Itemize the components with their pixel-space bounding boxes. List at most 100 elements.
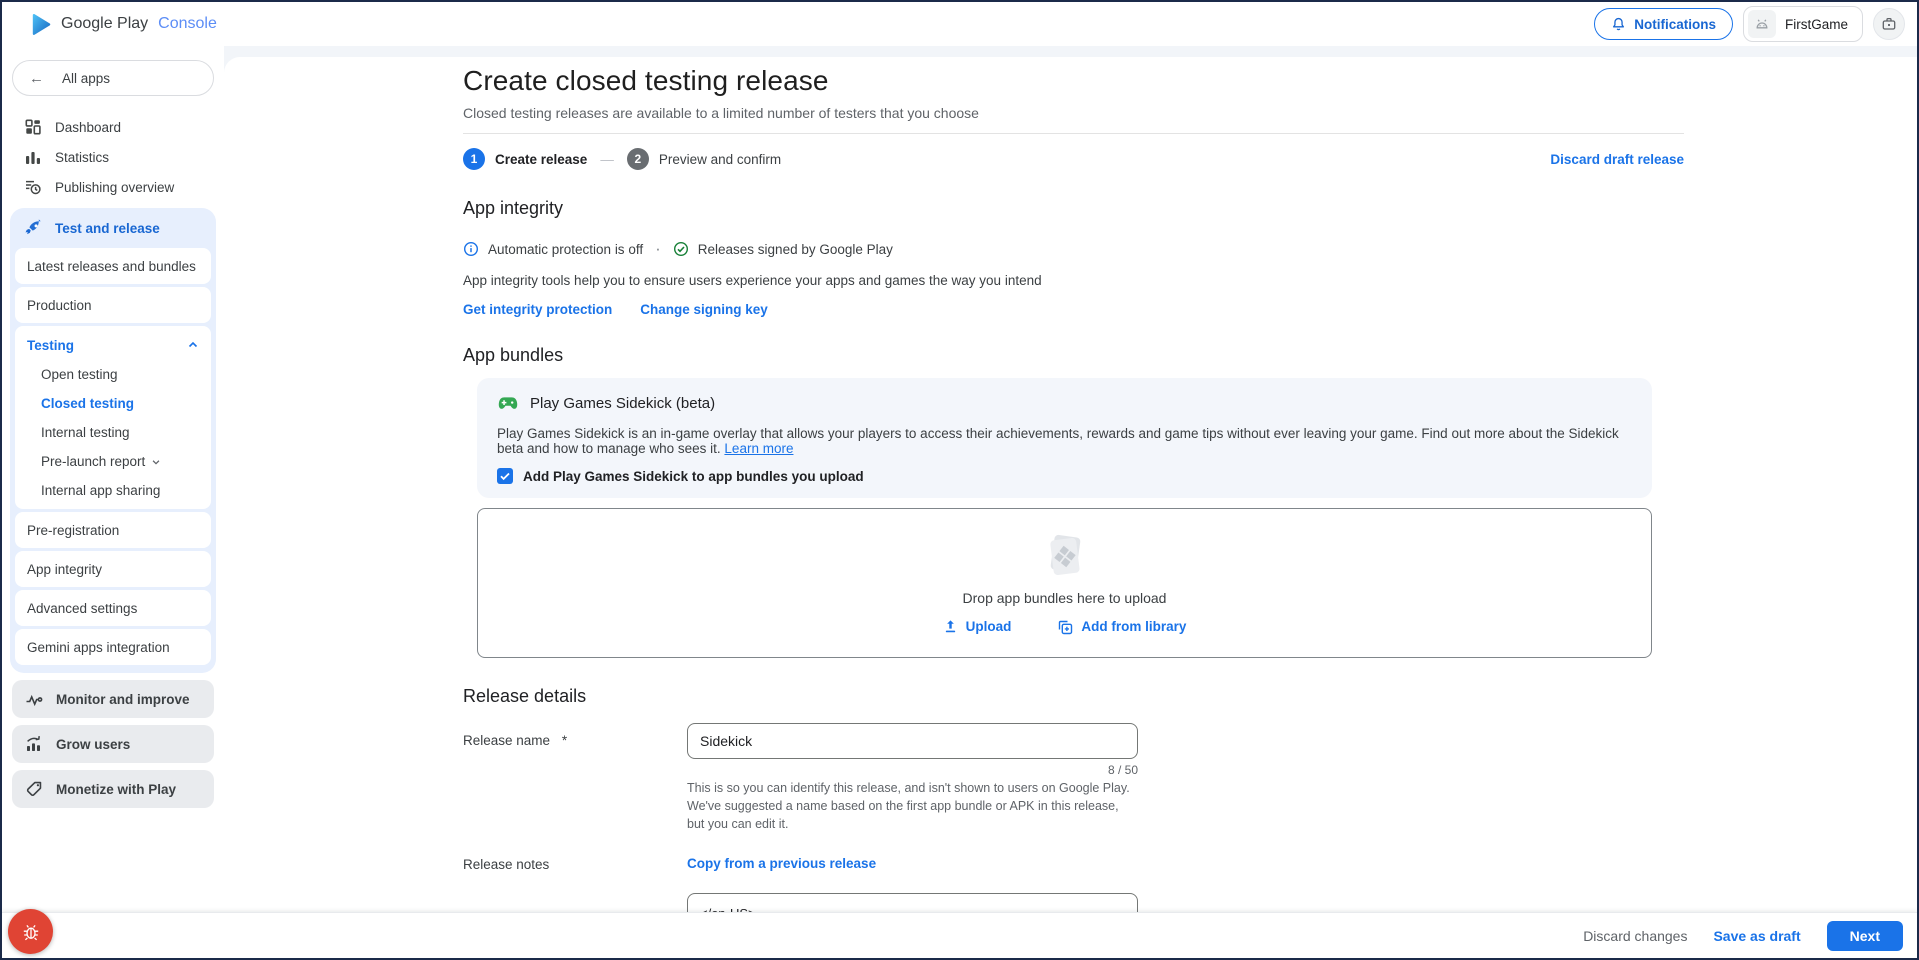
- test-and-release-panel: Test and release Latest releases and bun…: [10, 208, 216, 673]
- release-name-counter: 8 / 50: [687, 763, 1138, 777]
- dropzone-prompt: Drop app bundles here to upload: [963, 590, 1167, 606]
- info-icon: [463, 241, 479, 257]
- add-from-library-button[interactable]: Add from library: [1057, 619, 1186, 635]
- signing-status: Releases signed by Google Play: [698, 242, 893, 257]
- protection-status: Automatic protection is off: [488, 242, 643, 257]
- all-apps-label: All apps: [62, 71, 110, 86]
- sidebar-item-label: Dashboard: [55, 120, 121, 135]
- android-icon: [1748, 10, 1776, 38]
- app-bundle-dropzone[interactable]: Drop app bundles here to upload Upload A…: [477, 508, 1652, 658]
- app-switcher-chip[interactable]: FirstGame: [1743, 6, 1863, 42]
- discard-draft-release-link[interactable]: Discard draft release: [1550, 152, 1684, 167]
- sidebar-item-internal-testing[interactable]: Internal testing: [15, 418, 211, 447]
- app-bundles-heading: App bundles: [463, 345, 1684, 366]
- dropzone-actions: Upload Add from library: [943, 619, 1187, 635]
- bell-icon: [1611, 16, 1626, 32]
- back-arrow-icon: ←: [29, 70, 44, 87]
- account-name: FirstGame: [1785, 17, 1858, 32]
- google-play-console-logo[interactable]: Google Play Console: [30, 13, 217, 36]
- save-as-draft-button[interactable]: Save as draft: [1713, 928, 1800, 944]
- grow-users-icon: [25, 735, 43, 753]
- briefcase-icon: [1881, 16, 1897, 32]
- release-name-helper: This is so you can identify this release…: [687, 779, 1138, 833]
- library-icon: [1057, 619, 1073, 635]
- sidebar-item-pre-registration[interactable]: Pre-registration: [15, 512, 211, 548]
- page-title: Create closed testing release: [463, 65, 1684, 97]
- bug-icon: [21, 922, 41, 942]
- app-bundle-file-icon: [1037, 532, 1093, 582]
- release-name-label: Release name *: [463, 723, 687, 833]
- release-notes-label: Release notes: [463, 855, 687, 912]
- release-notes-row: Release notes Copy from a previous relea…: [463, 855, 1684, 912]
- logo-brand-text: Google Play: [61, 15, 148, 33]
- sidebar-item-internal-app-sharing[interactable]: Internal app sharing: [15, 476, 211, 505]
- page-subtitle: Closed testing releases are available to…: [463, 105, 1684, 121]
- tag-icon: [25, 780, 43, 798]
- sidebar-section-test-and-release[interactable]: Test and release: [15, 208, 211, 248]
- learn-more-link[interactable]: Learn more: [724, 441, 793, 456]
- sidebar-item-advanced-settings[interactable]: Advanced settings: [15, 590, 211, 626]
- left-sidebar: ← All apps Dashboard Statistics Publishi…: [2, 46, 224, 912]
- sidebar-section-label: Test and release: [55, 221, 160, 236]
- sidebar-section-monetize-with-play[interactable]: Monetize with Play: [12, 770, 214, 808]
- sidebar-item-closed-testing[interactable]: Closed testing: [15, 389, 211, 418]
- release-details-heading: Release details: [463, 686, 1684, 707]
- sidekick-checkbox[interactable]: [497, 468, 513, 484]
- publishing-overview-icon: [24, 178, 42, 196]
- sidebar-item-label: Production: [27, 298, 92, 313]
- sidebar-item-label: Latest releases and bundles: [27, 259, 196, 274]
- copy-previous-release-link[interactable]: Copy from a previous release: [687, 856, 876, 871]
- dashboard-icon: [24, 118, 42, 136]
- sidebar-item-pre-launch-report[interactable]: Pre-launch report: [15, 447, 211, 476]
- change-signing-key-link[interactable]: Change signing key: [640, 302, 768, 317]
- sidekick-beta-card: Play Games Sidekick (beta) Play Games Si…: [477, 378, 1652, 498]
- release-name-row: Release name * 8 / 50 This is so you can…: [463, 723, 1684, 833]
- rocket-icon: [24, 219, 43, 238]
- sidebar-item-publishing-overview[interactable]: Publishing overview: [10, 172, 216, 202]
- get-integrity-protection-link[interactable]: Get integrity protection: [463, 302, 612, 317]
- release-notes-textarea-wrap: </en-US>: [687, 893, 1138, 912]
- upload-button[interactable]: Upload: [943, 619, 1012, 634]
- feedback-bug-button[interactable]: [8, 909, 53, 954]
- release-name-input[interactable]: [687, 723, 1138, 759]
- stepper: 1 Create release — 2 Preview and confirm: [463, 148, 781, 170]
- sidebar-item-app-integrity[interactable]: App integrity: [15, 551, 211, 587]
- step-separator: —: [600, 152, 614, 167]
- sidebar-item-open-testing[interactable]: Open testing: [15, 360, 211, 389]
- check-icon: [499, 470, 511, 482]
- sidebar-item-label: Publishing overview: [55, 180, 174, 195]
- upload-label: Upload: [966, 619, 1012, 634]
- play-logo-icon: [30, 13, 51, 36]
- stepper-row: 1 Create release — 2 Preview and confirm…: [463, 148, 1684, 170]
- chevron-down-icon: [151, 457, 161, 467]
- sidekick-title-row: Play Games Sidekick (beta): [497, 394, 1632, 412]
- sidebar-item-testing[interactable]: Testing: [15, 330, 211, 360]
- step-2-label: Preview and confirm: [659, 152, 781, 167]
- sidebar-group-testing: Testing Open testing Closed testing Inte…: [15, 326, 211, 509]
- statistics-icon: [24, 148, 42, 166]
- add-from-library-label: Add from library: [1081, 619, 1186, 634]
- app-integrity-status-row: Automatic protection is off · Releases s…: [463, 239, 1684, 259]
- discard-changes-button[interactable]: Discard changes: [1583, 928, 1687, 944]
- all-apps-back-button[interactable]: ← All apps: [12, 60, 214, 96]
- sidebar-item-latest-releases[interactable]: Latest releases and bundles: [15, 248, 211, 284]
- sidebar-section-monitor-and-improve[interactable]: Monitor and improve: [12, 680, 214, 718]
- sidebar-item-gemini-apps-integration[interactable]: Gemini apps integration: [15, 629, 211, 665]
- sidekick-description: Play Games Sidekick is an in-game overla…: [497, 426, 1632, 456]
- next-button[interactable]: Next: [1827, 921, 1903, 951]
- sidebar-section-grow-users[interactable]: Grow users: [12, 725, 214, 763]
- sidebar-item-label: Statistics: [55, 150, 109, 165]
- sidebar-item-statistics[interactable]: Statistics: [10, 142, 216, 172]
- sidebar-item-dashboard[interactable]: Dashboard: [10, 112, 216, 142]
- sidekick-checkbox-row: Add Play Games Sidekick to app bundles y…: [497, 468, 1632, 484]
- bottom-action-bar: Discard changes Save as draft Next: [2, 912, 1917, 958]
- sidebar-item-production[interactable]: Production: [15, 287, 211, 323]
- app-integrity-links: Get integrity protection Change signing …: [463, 302, 1684, 317]
- header-divider: [463, 133, 1684, 134]
- release-notes-textarea[interactable]: </en-US>: [687, 893, 1138, 912]
- sidekick-checkbox-label: Add Play Games Sidekick to app bundles y…: [523, 469, 864, 484]
- notifications-button[interactable]: Notifications: [1594, 8, 1733, 40]
- main-panel: Create closed testing release Closed tes…: [224, 57, 1917, 912]
- app-integrity-heading: App integrity: [463, 198, 1684, 219]
- account-menu-button[interactable]: [1873, 8, 1905, 40]
